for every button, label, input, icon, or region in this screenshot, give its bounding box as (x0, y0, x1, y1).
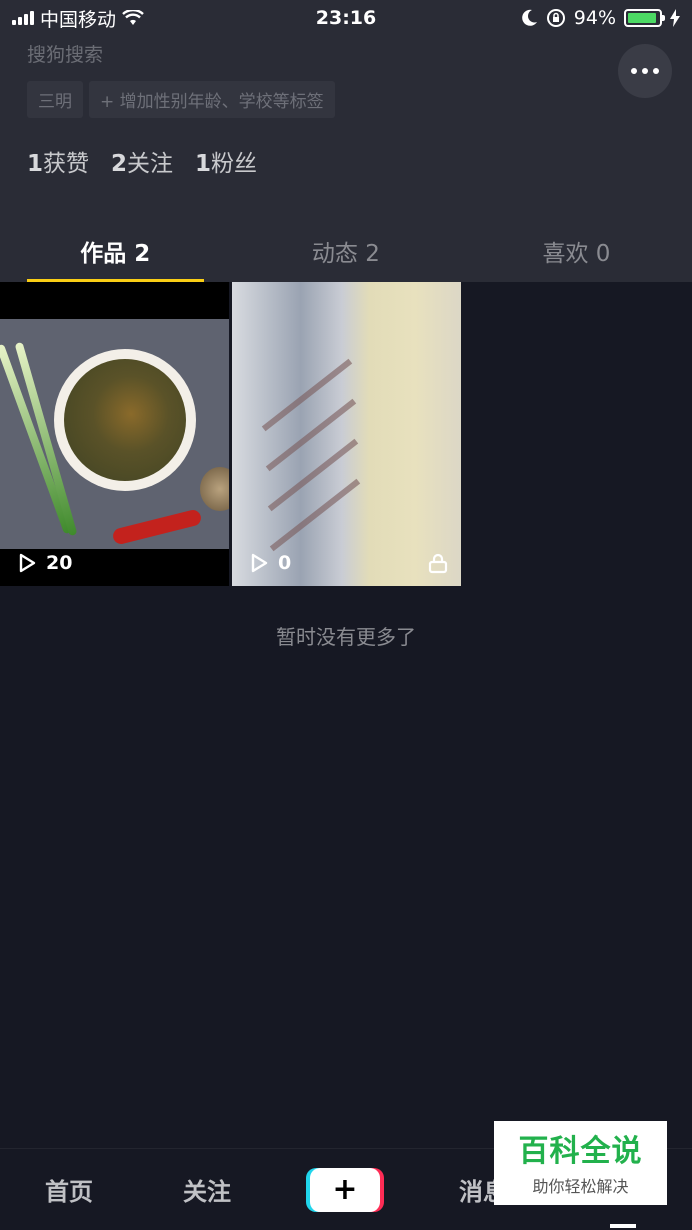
more-dot (653, 68, 659, 74)
location-tag[interactable]: 三明 (27, 81, 83, 118)
status-time: 23:16 (315, 7, 377, 29)
more-options-button[interactable] (618, 44, 672, 98)
nav-follow[interactable]: 关注 (138, 1172, 276, 1207)
play-icon (251, 553, 268, 573)
signal-icon (12, 11, 34, 25)
search-hint[interactable]: 搜狗搜索 (27, 40, 103, 67)
home-indicator (610, 1224, 636, 1228)
lock-icon (428, 553, 448, 574)
tab-works[interactable]: 作品 2 (0, 220, 231, 282)
play-count: 20 (16, 552, 72, 574)
add-icon: + (332, 1171, 358, 1207)
followers-count: 1 (195, 151, 212, 177)
nav-home[interactable]: 首页 (0, 1172, 138, 1207)
profile-tabs: 作品 2 动态 2 喜欢 0 (0, 220, 692, 282)
play-count-value: 20 (46, 552, 73, 574)
following-count: 2 (111, 151, 128, 177)
moon-icon (521, 9, 537, 26)
followers-stat[interactable]: 1粉丝 (195, 144, 257, 178)
battery-icon (624, 9, 665, 27)
no-more-hint: 暂时没有更多了 (276, 625, 416, 649)
status-right: 94% (440, 7, 680, 29)
video-grid: 20 0 (0, 282, 692, 586)
tab-likes[interactable]: 喜欢 0 (461, 220, 692, 282)
battery-fill (628, 13, 657, 23)
add-tags-button[interactable]: + 增加性别年龄、学校等标签 (89, 81, 335, 118)
following-label: 关注 (127, 151, 174, 177)
add-video-button[interactable]: + (310, 1167, 380, 1212)
wifi-icon (122, 10, 144, 25)
pepper-shape (111, 508, 203, 546)
play-icon (19, 553, 36, 573)
soup-photo (0, 319, 229, 549)
more-dot (631, 68, 637, 74)
rotation-lock-icon (546, 9, 565, 27)
profile-tags: 三明 + 增加性别年龄、学校等标签 (27, 81, 335, 118)
following-stat[interactable]: 2关注 (111, 144, 173, 178)
likes-label: 获赞 (43, 151, 90, 177)
more-dot (642, 68, 648, 74)
video-thumbnail-fish[interactable]: 0 (232, 282, 461, 586)
profile-stats: 1获赞 2关注 1粉丝 (27, 144, 257, 178)
watermark-title: 百科全说 (518, 1134, 643, 1169)
carrier-label: 中国移动 (40, 8, 117, 31)
status-left: 中国移动 (12, 5, 252, 32)
shell-shape (200, 467, 229, 511)
status-bar: 中国移动 23:16 94% (0, 0, 692, 36)
tab-activity[interactable]: 动态 2 (231, 220, 462, 282)
add-button-wrap: + (276, 1167, 414, 1212)
likes-count: 1 (27, 151, 44, 177)
play-count-value: 0 (278, 552, 292, 574)
watermark-logo: 百科全说 助你轻松解决 (494, 1121, 667, 1205)
watermark-subtitle: 助你轻松解决 (532, 1177, 629, 1196)
likes-stat[interactable]: 1获赞 (27, 144, 89, 178)
fish-photo (232, 282, 461, 586)
battery-percent: 94% (573, 7, 616, 29)
charging-icon (670, 9, 680, 27)
followers-label: 粉丝 (211, 151, 258, 177)
video-thumbnail-soup[interactable]: 20 (0, 282, 229, 586)
soup-shape (64, 359, 186, 481)
play-count: 0 (248, 552, 291, 574)
profile-header: 搜狗搜索 三明 + 增加性别年龄、学校等标签 1获赞 2关注 1粉丝 作品 2 … (0, 36, 692, 282)
